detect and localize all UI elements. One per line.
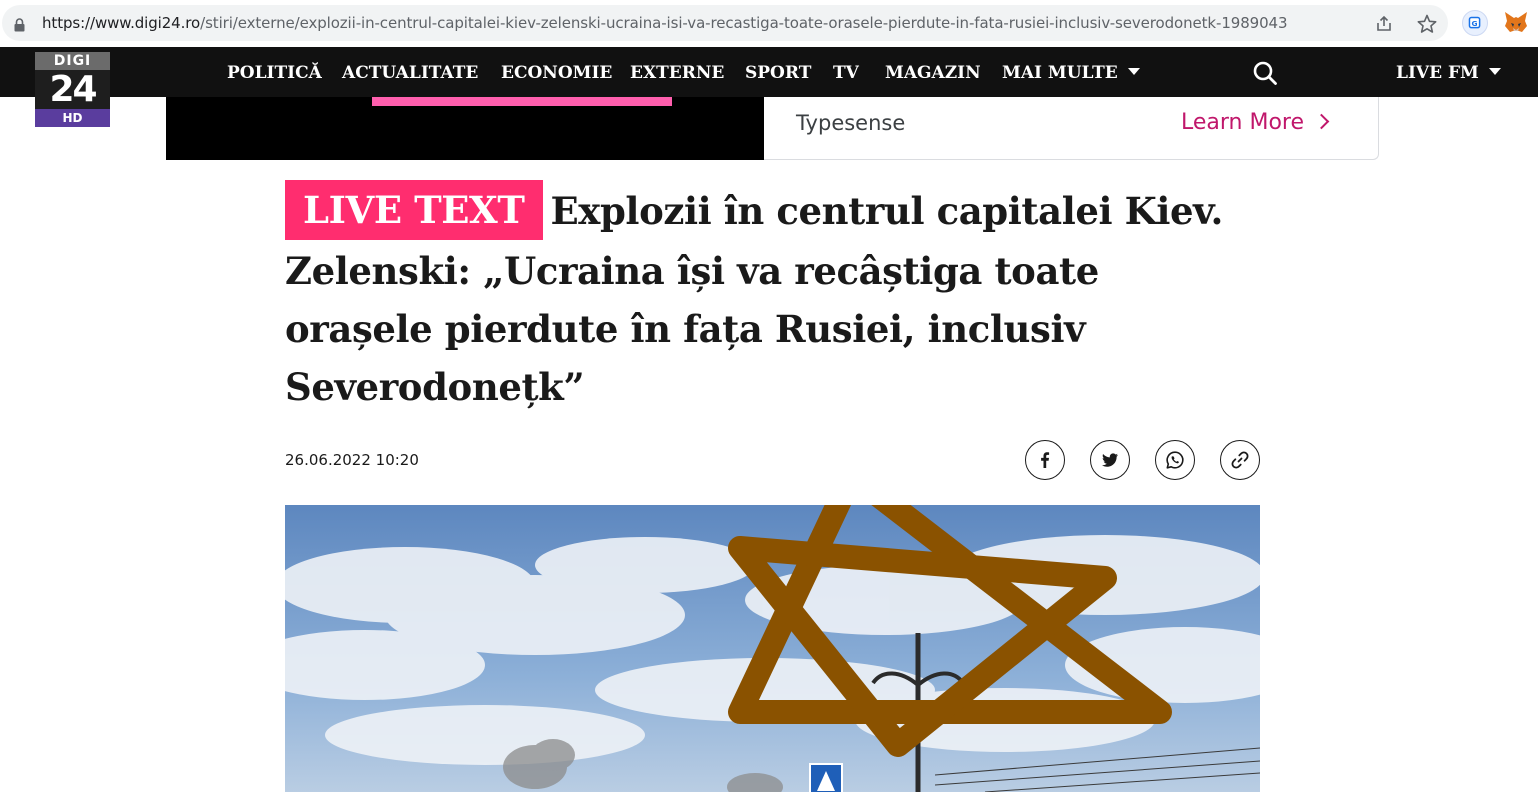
nav-live-fm[interactable]: LIVE FM xyxy=(1396,63,1501,83)
ad-learn-more-link[interactable]: Learn More xyxy=(1181,110,1330,135)
share-whatsapp-button[interactable] xyxy=(1155,440,1195,480)
metamask-fox-icon[interactable] xyxy=(1502,8,1530,36)
nav-item-magazin[interactable]: MAGAZIN xyxy=(885,63,981,83)
nav-item-externe[interactable]: EXTERNE xyxy=(630,63,724,83)
ad-brand-name: Typesense xyxy=(796,111,906,135)
address-bar[interactable]: https://www.digi24.ro/stiri/externe/expl… xyxy=(2,5,1448,41)
share-facebook-button[interactable] xyxy=(1025,440,1065,480)
lock-icon xyxy=(14,18,25,32)
svg-text:G: G xyxy=(1472,19,1478,28)
translate-glyph-icon: G xyxy=(1468,16,1481,29)
live-fm-label: LIVE FM xyxy=(1396,63,1479,83)
photo-scene xyxy=(285,505,1260,792)
logo-hd: HD xyxy=(35,109,110,127)
article-headline: LIVE TEXT Explozii în centrul capitalei K… xyxy=(285,180,1245,416)
nav-item-politica[interactable]: POLITICĂ xyxy=(227,63,322,83)
url-path: /stiri/externe/explozii-in-centrul-capit… xyxy=(200,14,1288,32)
ad-cta-label: Learn More xyxy=(1181,110,1305,135)
chevron-down-icon xyxy=(1127,68,1140,75)
ad-accent-bar xyxy=(372,97,672,106)
nav-item-economie[interactable]: ECONOMIE xyxy=(501,63,612,83)
browser-toolbar: https://www.digi24.ro/stiri/externe/expl… xyxy=(0,0,1538,47)
whatsapp-icon xyxy=(1166,451,1184,469)
live-text-badge: LIVE TEXT xyxy=(285,180,543,240)
article-photo[interactable] xyxy=(285,505,1260,792)
bookmark-star-icon[interactable] xyxy=(1416,13,1438,35)
copy-link-button[interactable] xyxy=(1220,440,1260,480)
share-twitter-button[interactable] xyxy=(1090,440,1130,480)
nav-item-tv[interactable]: TV xyxy=(833,63,859,83)
chevron-right-icon xyxy=(1313,113,1330,130)
extension-translate-icon[interactable]: G xyxy=(1462,10,1488,36)
logo-number: 24 xyxy=(35,70,110,110)
site-navigation: DIGI 24 HD POLITICĂ ACTUALITATE ECONOMIE… xyxy=(0,47,1538,127)
link-icon xyxy=(1231,451,1249,469)
chevron-down-icon xyxy=(1488,68,1501,75)
ad-banner-image[interactable] xyxy=(166,97,764,160)
share-page-icon[interactable] xyxy=(1374,14,1394,34)
nav-item-mai-multe[interactable]: MAI MULTE xyxy=(1002,63,1140,83)
digi24-logo[interactable]: DIGI 24 HD xyxy=(35,52,110,127)
nav-mai-multe-label: MAI MULTE xyxy=(1002,63,1118,83)
search-icon[interactable] xyxy=(1252,60,1278,86)
url-text[interactable]: https://www.digi24.ro/stiri/externe/expl… xyxy=(42,14,1288,32)
twitter-icon xyxy=(1102,453,1118,467)
article-date: 26.06.2022 10:20 xyxy=(285,451,419,469)
nav-item-actualitate[interactable]: ACTUALITATE xyxy=(342,63,478,83)
url-host: https://www.digi24.ro xyxy=(42,14,201,32)
logo-digi: DIGI xyxy=(35,52,110,70)
facebook-icon xyxy=(1041,452,1050,468)
nav-item-sport[interactable]: SPORT xyxy=(745,63,811,83)
